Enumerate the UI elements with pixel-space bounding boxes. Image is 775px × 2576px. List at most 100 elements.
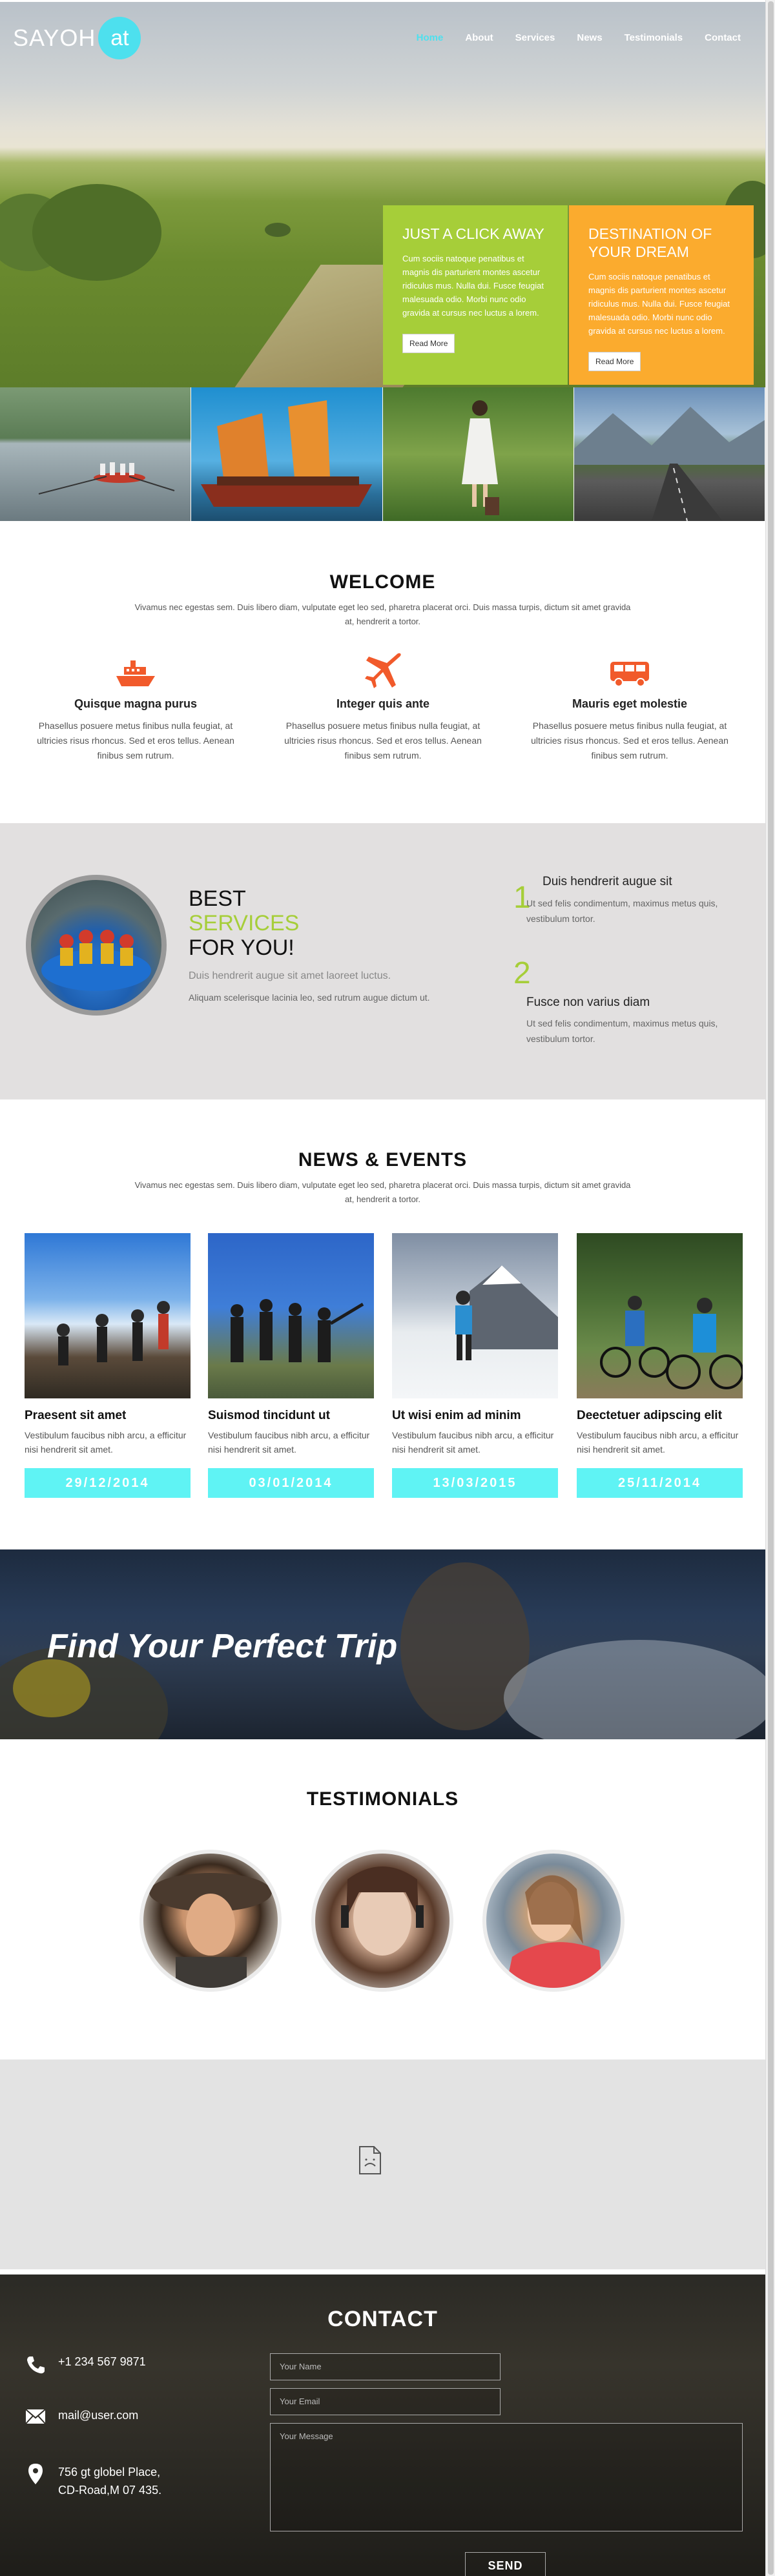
page: SAYOH at Home About Services News Testim… bbox=[0, 0, 765, 2576]
vertical-scrollbar[interactable] bbox=[765, 0, 775, 2576]
read-more-button[interactable]: Read More bbox=[402, 334, 455, 353]
services-section: BEST SERVICES FOR YOU! Duis hendrerit au… bbox=[0, 823, 765, 1099]
woman-path-photo bbox=[382, 387, 574, 521]
rowing-photo bbox=[0, 387, 191, 521]
message-field[interactable]: Your Message bbox=[270, 2423, 743, 2531]
news-title[interactable]: Ut wisi enim ad minim bbox=[392, 1409, 558, 1423]
group-hike-illustration bbox=[231, 1299, 364, 1362]
feature-text: Phasellus posuere metus finibus nulla fe… bbox=[531, 721, 728, 761]
contact-email: mail@user.com bbox=[25, 2409, 138, 2424]
nav-contact[interactable]: Contact bbox=[705, 32, 741, 43]
news-image[interactable] bbox=[208, 1233, 374, 1398]
hikers-illustration bbox=[57, 1301, 170, 1365]
nav-news[interactable]: News bbox=[577, 32, 602, 43]
news-image[interactable] bbox=[577, 1233, 744, 1398]
read-more-button[interactable]: Read More bbox=[588, 352, 641, 371]
news-text: Vestibulum faucibus nibh arcu, a efficit… bbox=[577, 1430, 739, 1455]
snow-hiker-illustration bbox=[455, 1265, 558, 1360]
news-text: Vestibulum faucibus nibh arcu, a efficit… bbox=[25, 1430, 187, 1455]
testimonial-avatar[interactable] bbox=[482, 1850, 625, 1992]
promo-destination: DESTINATION OF YOUR DREAM Cum sociis nat… bbox=[569, 205, 754, 385]
photo-strip bbox=[0, 387, 765, 521]
nav-about[interactable]: About bbox=[465, 32, 493, 43]
heading-line: BEST bbox=[189, 886, 246, 911]
address-line: CD-Road,M 07 435. bbox=[58, 2484, 162, 2497]
feature-card: Integer quis ante Phasellus posuere metu… bbox=[270, 653, 496, 763]
promo-title: JUST A CLICK AWAY bbox=[402, 225, 544, 242]
rafting-photo bbox=[26, 875, 167, 1016]
feature-card: Mauris eget molestie Phasellus posuere m… bbox=[517, 655, 743, 763]
address-text: 756 gt globel Place, CD-Road,M 07 435. bbox=[58, 2463, 161, 2499]
tree-shape bbox=[265, 223, 291, 237]
heading-line: FOR YOU! bbox=[189, 935, 294, 960]
feature-title: Quisque magna purus bbox=[74, 697, 198, 710]
news-card: Deectetuer adipscing elit Vestibulum fau… bbox=[577, 1233, 744, 1498]
promo-text: Cum sociis natoque penatibus et magnis d… bbox=[402, 254, 544, 318]
welcome-subtitle: Vivamus nec egestas sem. Duis libero dia… bbox=[134, 602, 631, 626]
contact-phone: +1 234 567 9871 bbox=[25, 2355, 146, 2375]
news-card: Ut wisi enim ad minim Vestibulum faucibu… bbox=[392, 1233, 558, 1498]
testimonial-avatar[interactable] bbox=[311, 1850, 453, 1992]
news-subtitle: Vivamus nec egestas sem. Duis libero dia… bbox=[134, 1180, 631, 1204]
logo-badge: at bbox=[98, 17, 141, 59]
heading-line-highlight: SERVICES bbox=[189, 911, 300, 935]
top-border bbox=[0, 0, 765, 2]
news-title[interactable]: Deectetuer adipscing elit bbox=[577, 1409, 743, 1423]
services-lead-secondary: Aliquam scelerisque lacinia leo, sed rut… bbox=[189, 992, 430, 1003]
service-text: Ut sed felis condimentum, maximus metus … bbox=[526, 898, 718, 924]
testimonials-title: TESTIMONIALS bbox=[306, 1788, 459, 1810]
news-date: 25/11/2014 bbox=[577, 1468, 743, 1498]
service-title: Duis hendrerit augue sit bbox=[542, 875, 672, 888]
phone-text[interactable]: +1 234 567 9871 bbox=[58, 2355, 146, 2369]
banner-shape bbox=[504, 1640, 765, 1739]
promo-click-away: JUST A CLICK AWAY Cum sociis natoque pen… bbox=[383, 205, 568, 385]
map-pin-icon bbox=[25, 2463, 46, 2485]
news-text: Vestibulum faucibus nibh arcu, a efficit… bbox=[392, 1430, 554, 1455]
service-text: Ut sed felis condimentum, maximus metus … bbox=[526, 1018, 718, 1044]
feature-text: Phasellus posuere metus finibus nulla fe… bbox=[37, 721, 234, 761]
feature-card: Quisque magna purus Phasellus posuere me… bbox=[23, 655, 249, 763]
avatar-portrait bbox=[341, 1866, 424, 1956]
email-field[interactable]: Your Email bbox=[270, 2388, 501, 2415]
broken-document-icon bbox=[358, 2145, 382, 2178]
raft-illustration bbox=[41, 930, 151, 991]
avatar-portrait bbox=[149, 1873, 272, 1988]
nav-services[interactable]: Services bbox=[515, 32, 555, 43]
junk-boat-photo bbox=[191, 387, 382, 521]
name-field[interactable]: Your Name bbox=[270, 2353, 501, 2380]
junk-boat-illustration bbox=[201, 400, 373, 507]
bus-icon bbox=[517, 655, 743, 691]
map-placeholder bbox=[0, 2060, 765, 2269]
services-lead: Duis hendrerit augue sit amet laoreet lu… bbox=[189, 970, 391, 981]
best-services-heading: BEST SERVICES FOR YOU! bbox=[189, 886, 299, 960]
news-title[interactable]: Suismod tincidunt ut bbox=[208, 1409, 374, 1423]
news-title[interactable]: Praesent sit amet bbox=[25, 1409, 191, 1423]
nav-home[interactable]: Home bbox=[417, 32, 444, 43]
logo[interactable]: SAYOH at bbox=[13, 17, 141, 59]
banner-shape bbox=[13, 1659, 90, 1717]
hero-section: SAYOH at Home About Services News Testim… bbox=[0, 0, 765, 387]
news-card: Suismod tincidunt ut Vestibulum faucibus… bbox=[208, 1233, 374, 1498]
ship-icon bbox=[23, 655, 249, 691]
news-date: 13/03/2015 bbox=[392, 1468, 558, 1498]
send-button[interactable]: SEND bbox=[465, 2552, 546, 2576]
woman-illustration bbox=[461, 400, 499, 515]
scrollbar-thumb[interactable] bbox=[768, 1, 774, 2575]
mountain-road-photo bbox=[574, 387, 765, 521]
feature-title: Integer quis ante bbox=[336, 697, 430, 710]
promo-title: DESTINATION OF YOUR DREAM bbox=[588, 225, 712, 260]
contact-section: CONTACT +1 234 567 9871 mail@user.com 75… bbox=[0, 2274, 765, 2576]
cyclists-illustration bbox=[600, 1296, 744, 1389]
promo-text: Cum sociis natoque penatibus et magnis d… bbox=[588, 272, 730, 336]
airplane-icon bbox=[270, 653, 496, 691]
email-text[interactable]: mail@user.com bbox=[58, 2409, 138, 2422]
service-number: 2 bbox=[513, 956, 531, 990]
nav-testimonials[interactable]: Testimonials bbox=[625, 32, 683, 43]
news-image[interactable] bbox=[392, 1233, 558, 1398]
mail-icon bbox=[25, 2409, 46, 2424]
news-image[interactable] bbox=[25, 1233, 191, 1398]
contact-address: 756 gt globel Place, CD-Road,M 07 435. bbox=[25, 2463, 161, 2499]
avatar-portrait bbox=[506, 1875, 603, 1988]
testimonial-avatar[interactable] bbox=[140, 1850, 282, 1992]
welcome-title: WELCOME bbox=[329, 571, 436, 593]
